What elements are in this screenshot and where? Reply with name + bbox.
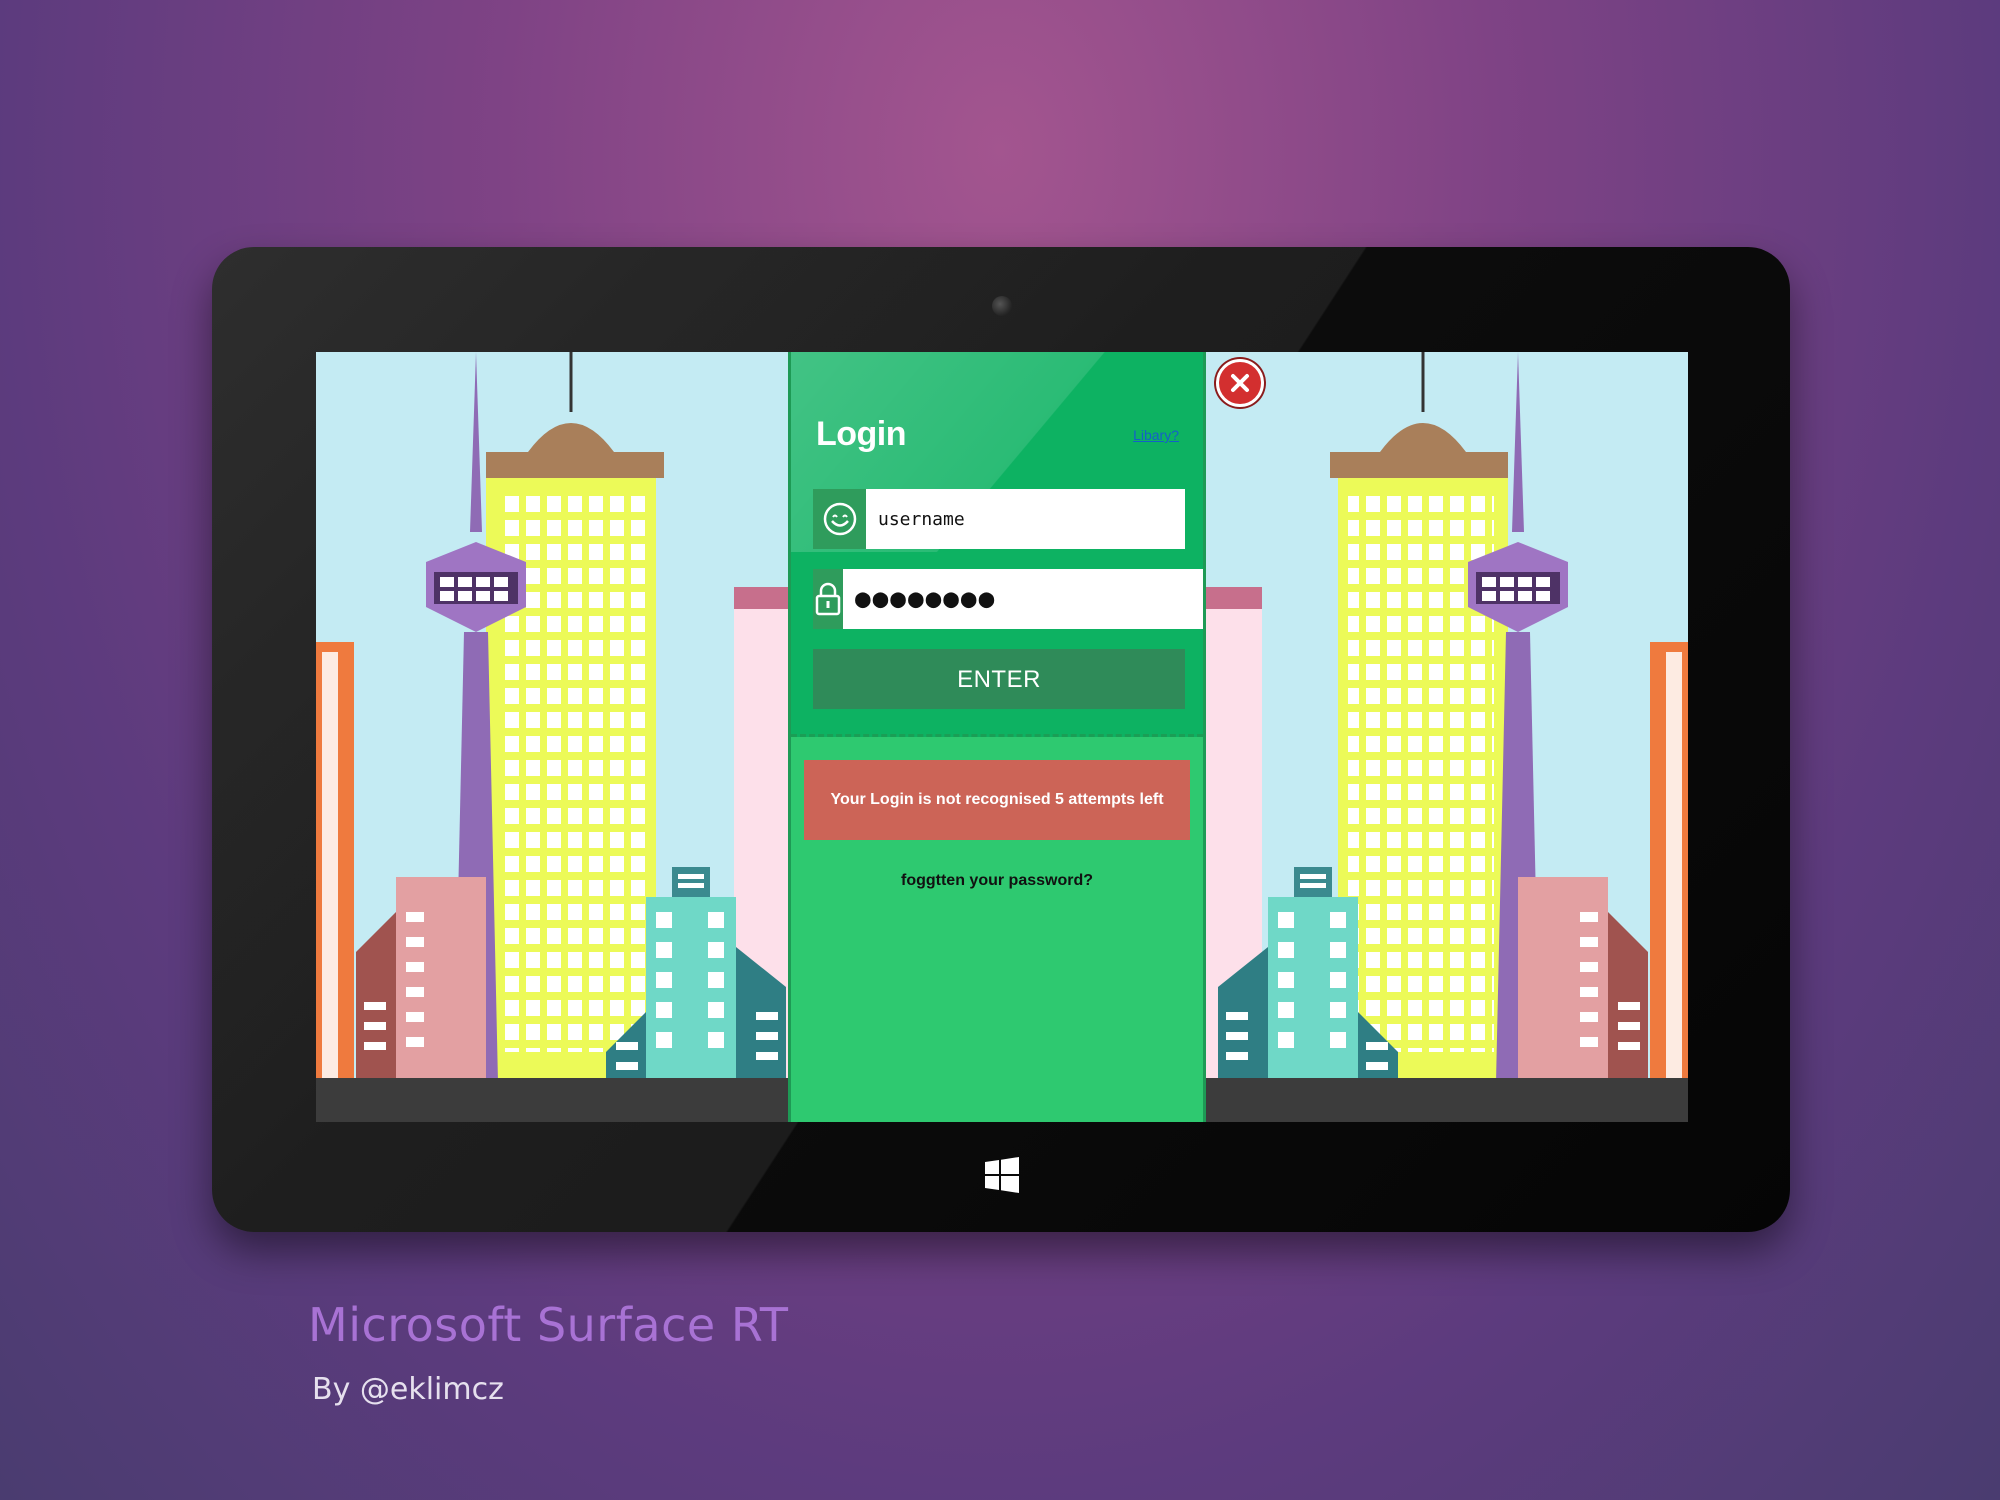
windows-logo-icon[interactable] <box>983 1156 1021 1194</box>
login-panel: Login Libary? username ●●●●●●●● ENTER Yo… <box>788 352 1206 1122</box>
device-title: Microsoft Surface RT <box>308 1298 789 1352</box>
forgot-password-link[interactable]: foggtten your password? <box>791 872 1203 890</box>
credit-line: By @eklimcz <box>312 1372 504 1407</box>
login-title: Login <box>816 415 907 453</box>
password-field <box>813 569 1203 629</box>
username-field <box>813 489 1185 549</box>
library-link[interactable]: Libary? <box>1133 427 1179 443</box>
lock-icon <box>813 569 843 629</box>
enter-button[interactable]: ENTER <box>813 649 1185 709</box>
tablet-screen: Login Libary? username ●●●●●●●● ENTER Yo… <box>316 352 1688 1122</box>
close-icon <box>1231 374 1249 392</box>
tablet-device: Login Libary? username ●●●●●●●● ENTER Yo… <box>212 247 1790 1232</box>
password-input[interactable] <box>843 569 1203 629</box>
smiley-icon <box>813 489 866 549</box>
camera-icon <box>992 296 1012 316</box>
close-button[interactable] <box>1216 359 1264 407</box>
login-error-message: Your Login is not recognised 5 attempts … <box>804 760 1190 840</box>
username-input[interactable] <box>866 489 1185 549</box>
login-form-area: Login Libary? username ●●●●●●●● ENTER <box>791 352 1203 737</box>
